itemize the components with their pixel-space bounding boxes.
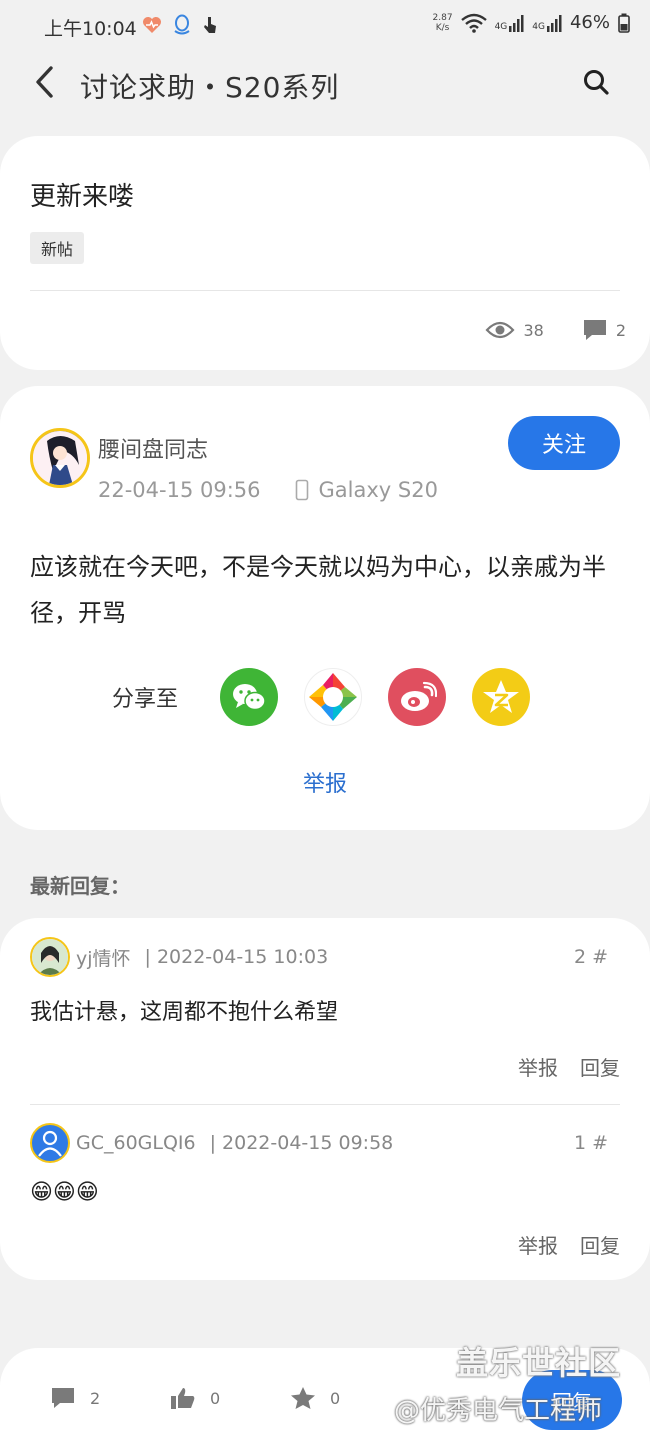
signal-icon-2: 4G — [532, 14, 562, 32]
bottom-like-count: 0 — [210, 1388, 221, 1408]
reply-actions: 举报 回复 — [518, 1052, 620, 1081]
qq-icon — [174, 14, 190, 35]
status-notification-icons — [142, 14, 218, 36]
comments-count: 2 — [615, 320, 626, 340]
star-icon — [291, 1387, 315, 1409]
bottom-favorite-button[interactable]: 0 — [290, 1386, 340, 1410]
report-link[interactable]: 举报 — [0, 766, 650, 798]
author-name[interactable]: 腰间盘同志 — [98, 432, 208, 464]
status-bar: 上午10:04 2.87 K/s 4G 4G 46% — [0, 0, 650, 52]
divider — [30, 1104, 620, 1105]
page-title: 讨论求助・S20系列 — [80, 71, 340, 104]
list-item: GC_60GLQI6 | 2022-04-15 09:58 1 # 😁😁😁 — [30, 1122, 620, 1205]
post-body: 应该就在今天吧，不是今天就以妈为中心，以亲戚为半径，开骂 — [30, 553, 606, 627]
phone-icon — [295, 479, 308, 501]
status-time: 上午10:04 — [44, 18, 137, 40]
replies-card: yj情怀 | 2022-04-15 10:03 2 # 我估计悬，这周都不抱什么… — [0, 918, 650, 1280]
bottom-like-button[interactable]: 0 — [170, 1386, 220, 1410]
reply-button[interactable]: 回复 — [580, 1052, 620, 1081]
reply-button[interactable]: 回复 — [580, 1230, 620, 1259]
health-heart-icon — [143, 17, 161, 33]
thumbs-up-icon — [171, 1388, 195, 1409]
watermark-community: 盖乐世社区 — [456, 1344, 622, 1382]
separator: | — [144, 946, 151, 968]
avatar[interactable] — [30, 1123, 70, 1163]
wechat-icon[interactable] — [220, 668, 279, 726]
search-button[interactable] — [582, 68, 614, 100]
bottom-favorite-count: 0 — [330, 1388, 341, 1408]
weibo-icon[interactable] — [388, 668, 447, 726]
bottom-comment-count: 2 — [90, 1388, 101, 1408]
comment-icon — [52, 1388, 74, 1408]
device-info: Galaxy S20 — [295, 478, 438, 502]
share-row: 分享至 — [112, 668, 556, 726]
user-icon — [38, 1130, 62, 1157]
views-stat: 38 — [485, 320, 544, 340]
post-date: 22-04-15 09:56 — [98, 478, 261, 502]
thread-title: 更新来喽 — [30, 182, 135, 212]
avatar[interactable] — [30, 937, 70, 977]
qzone-icon[interactable] — [472, 668, 531, 726]
eye-icon — [485, 321, 515, 339]
moments-icon[interactable] — [304, 668, 363, 726]
latest-replies-label: 最新回复： — [30, 874, 130, 898]
list-item: yj情怀 | 2022-04-15 10:03 2 # 我估计悬，这周都不抱什么… — [30, 936, 620, 1026]
chevron-left-icon — [36, 66, 53, 98]
battery-icon — [618, 13, 630, 33]
reply-body: 我估计悬，这周都不抱什么希望 — [30, 1000, 339, 1025]
reply-actions: 举报 回复 — [518, 1230, 620, 1259]
battery-percent: 46% — [569, 12, 610, 33]
reply-header: yj情怀 | 2022-04-15 10:03 2 # — [30, 936, 620, 978]
post-meta: 22-04-15 09:56 Galaxy S20 — [98, 478, 438, 502]
status-right-icons: 2.87 K/s 4G 4G 46% — [433, 12, 630, 33]
touch-icon — [204, 17, 216, 33]
reply-author[interactable]: GC_60GLQI6 — [76, 1132, 196, 1154]
comments-stat: 2 — [582, 318, 626, 342]
reply-author[interactable]: yj情怀 — [76, 944, 131, 971]
follow-button[interactable]: 关注 — [508, 416, 620, 470]
comment-icon — [583, 320, 606, 340]
search-icon — [584, 70, 609, 95]
signal-icon-1: 4G — [495, 14, 525, 32]
post-card: 腰间盘同志 22-04-15 09:56 Galaxy S20 关注 应该就在今… — [0, 386, 650, 830]
reply-header: GC_60GLQI6 | 2022-04-15 09:58 1 # — [30, 1122, 620, 1164]
author-avatar[interactable] — [30, 428, 90, 488]
bottom-comment-button[interactable]: 2 — [50, 1386, 100, 1410]
reply-time: 2022-04-15 09:58 — [222, 1132, 394, 1154]
floor-number: 2 # — [573, 946, 608, 968]
device-name: Galaxy S20 — [318, 478, 438, 502]
app-bar: 讨论求助・S20系列 — [0, 52, 650, 118]
wifi-icon — [460, 13, 487, 33]
views-count: 38 — [523, 320, 544, 340]
watermark-author: @优秀电气工程师 — [394, 1396, 603, 1426]
back-button[interactable] — [26, 64, 62, 100]
avatar-photo-icon — [32, 939, 68, 975]
floor-number: 1 # — [573, 1132, 608, 1154]
share-label: 分享至 — [112, 687, 179, 712]
separator: | — [209, 1132, 217, 1154]
reply-time: 2022-04-15 10:03 — [156, 946, 329, 968]
report-button[interactable]: 举报 — [518, 1052, 558, 1081]
thread-header-card: 更新来喽 新帖 38 2 — [0, 136, 650, 370]
net-speed: 2.87 K/s — [432, 12, 453, 33]
report-button[interactable]: 举报 — [518, 1230, 558, 1259]
divider — [30, 290, 620, 291]
avatar-illustration-icon — [33, 431, 87, 485]
thread-stats: 38 2 — [485, 318, 626, 342]
reply-body: 😁😁😁 — [30, 1180, 99, 1205]
new-post-badge: 新帖 — [30, 232, 85, 264]
